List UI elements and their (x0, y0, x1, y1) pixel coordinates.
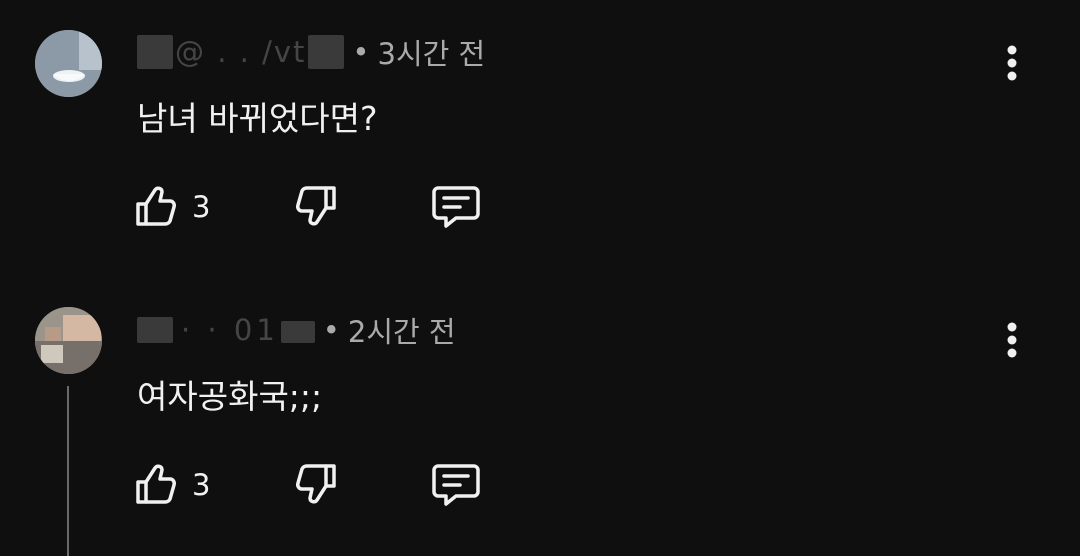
comment-menu-button[interactable] (990, 41, 1034, 85)
like-count: 3 (192, 468, 211, 502)
comment-menu-button[interactable] (990, 318, 1034, 362)
thumbs-down-icon (296, 464, 336, 504)
comment-time: 3시간 전 (377, 37, 486, 71)
avatar[interactable] (35, 30, 102, 97)
reply-button[interactable] (430, 180, 482, 232)
meta-separator: • (322, 313, 340, 347)
comment-meta: @ . . /vt • 3시간 전 (137, 30, 485, 74)
reply-button[interactable] (430, 458, 482, 510)
avatar-image (35, 307, 102, 374)
reply-thread-line (67, 386, 69, 556)
redacted-name-block (280, 321, 315, 343)
redacted-name-block (137, 317, 173, 343)
like-button[interactable]: 3 (132, 180, 210, 232)
comment-time: 2시간 전 (347, 315, 456, 349)
redacted-name-block (137, 35, 173, 69)
more-vertical-icon (1007, 45, 1017, 81)
comment-item: · · 01 • 2시간 전 여자공화국;;; 3 (0, 278, 1080, 556)
avatar-image (35, 30, 102, 97)
dislike-button[interactable] (292, 180, 340, 232)
thumbs-up-icon (136, 464, 176, 504)
thumbs-up-icon (136, 186, 176, 226)
dislike-button[interactable] (292, 458, 340, 510)
comment-meta: · · 01 • 2시간 전 (137, 308, 456, 352)
reply-comment-icon (432, 186, 480, 228)
comment-author-handle[interactable]: @ . . /vt (175, 35, 306, 69)
like-count: 3 (192, 190, 211, 224)
thumbs-down-icon (296, 186, 336, 226)
comment-text: 여자공화국;;; (137, 377, 323, 416)
like-button[interactable]: 3 (132, 458, 210, 510)
avatar[interactable] (35, 307, 102, 374)
comment-actions: 3 (132, 180, 532, 232)
reply-comment-icon (432, 464, 480, 506)
meta-separator: • (352, 35, 370, 69)
comment-actions: 3 (132, 458, 532, 510)
redacted-name-block (308, 35, 345, 69)
comment-text: 남녀 바뀌었다면? (137, 99, 378, 138)
more-vertical-icon (1007, 322, 1017, 358)
comment-item: @ . . /vt • 3시간 전 남녀 바뀌었다면? 3 (0, 0, 1080, 278)
comment-author-handle[interactable]: · · 01 (181, 313, 279, 347)
